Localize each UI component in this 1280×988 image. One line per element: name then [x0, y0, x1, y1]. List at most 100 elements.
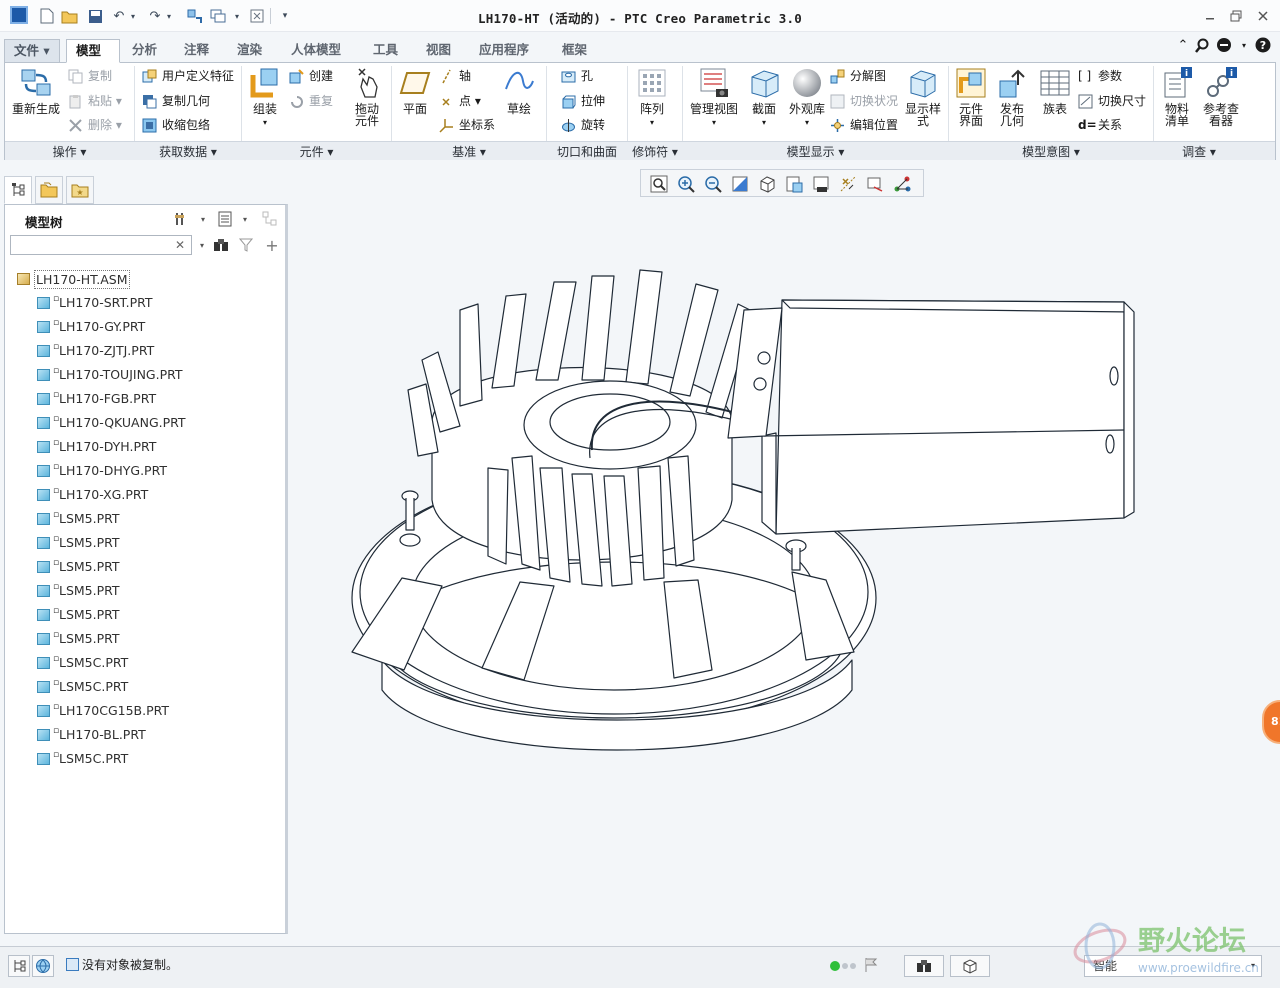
flag-icon[interactable] [864, 957, 878, 976]
paste-button[interactable]: 粘贴 ▾ [68, 91, 122, 111]
model-tree-search-input[interactable] [10, 235, 192, 255]
tree-item-label: LH170-XG.PRT [59, 487, 149, 502]
copy-geometry-button[interactable]: 复制几何 [142, 91, 210, 111]
udf-button[interactable]: 用户定义特征 [142, 66, 234, 86]
group-get-data[interactable]: 获取数据 ▾ [135, 143, 241, 159]
tab-tools[interactable]: 工具 [364, 39, 407, 63]
tree-settings-dropdown-icon[interactable]: ▾ [194, 210, 212, 228]
manage-views-button[interactable]: 管理视图 ▾ [686, 67, 742, 129]
saved-orientations-icon[interactable] [757, 174, 777, 194]
tree-item-label: LH170-SRT.PRT [59, 295, 153, 310]
tab-framework[interactable]: 框架 [553, 39, 596, 63]
search-dropdown-icon[interactable]: ▾ [193, 236, 211, 254]
component-interface-button[interactable]: 元件 界面 [951, 67, 991, 127]
add-column-icon[interactable]: + [263, 236, 281, 255]
appearance-gallery-button[interactable]: 外观库 ▾ [786, 67, 828, 129]
group-model-display[interactable]: 模型显示 ▾ [683, 143, 948, 159]
group-component[interactable]: 元件 ▾ [242, 143, 391, 159]
spin-center-icon[interactable] [892, 174, 912, 194]
group-modifiers[interactable]: 修饰符 ▾ [628, 143, 682, 159]
filter-funnel-icon[interactable] [237, 236, 255, 254]
selection-filter-select[interactable]: 智能 ▾ [1084, 955, 1262, 977]
hole-button[interactable]: 孔 [561, 66, 593, 86]
graphics-window[interactable] [292, 200, 1280, 942]
community-dropdown-icon[interactable]: ▾ [1236, 37, 1252, 53]
group-cuts-surfaces[interactable]: 切口和曲面 [547, 143, 627, 159]
find-binoculars-icon[interactable] [212, 236, 230, 254]
publish-geometry-button[interactable]: 发布 几何 [992, 67, 1032, 127]
reference-viewer-button[interactable]: i 参考查 看器 [1198, 67, 1244, 127]
selection-mode-button[interactable] [950, 955, 990, 977]
copy-button[interactable]: 复制 [68, 66, 112, 86]
create-button[interactable]: 创建 [289, 66, 333, 86]
tab-manikin[interactable]: 人体模型 [282, 39, 350, 63]
csys-button[interactable]: 坐标系 [439, 115, 495, 135]
tree-item-label: LH170-QKUANG.PRT [59, 415, 186, 430]
help-icon[interactable]: ? [1255, 37, 1271, 53]
display-style-button[interactable]: 显示样 式 [903, 67, 943, 127]
sketch-button[interactable]: 草绘 [499, 67, 539, 115]
zoom-out-icon[interactable] [703, 174, 723, 194]
axis-button[interactable]: 轴 [439, 66, 471, 86]
collapse-ribbon-icon[interactable]: ⌃ [1175, 37, 1191, 53]
view-manager-icon[interactable] [784, 174, 804, 194]
shrinkwrap-button[interactable]: 收缩包络 [142, 115, 210, 135]
plane-button[interactable]: 平面 [395, 67, 435, 115]
find-button[interactable] [904, 955, 944, 977]
exploded-view-button[interactable]: 分解图 [830, 66, 886, 86]
repeat-button[interactable]: 重复 [289, 91, 333, 111]
minimize-icon[interactable] [1199, 6, 1221, 26]
tab-render[interactable]: 渲染 [228, 39, 271, 63]
tab-analysis[interactable]: 分析 [123, 39, 166, 63]
extrude-button[interactable]: 拉伸 [561, 91, 605, 111]
show-menu-dropdown-icon[interactable]: ▾ [236, 210, 254, 228]
pattern-button[interactable]: 阵列 ▾ [632, 67, 672, 129]
point-button[interactable]: 点 ▾ [439, 91, 481, 111]
part-icon [37, 753, 50, 765]
tab-folder-browser[interactable] [35, 176, 63, 204]
edit-position-label: 编辑位置 [850, 118, 899, 132]
group-model-intent[interactable]: 模型意图 ▾ [949, 143, 1153, 159]
relations-button[interactable]: d= 关系 [1078, 115, 1122, 135]
part-icon [37, 393, 50, 405]
tab-model-tree[interactable] [4, 176, 32, 204]
search-icon[interactable] [1194, 37, 1210, 53]
assemble-button[interactable]: 组装 ▾ [245, 67, 285, 129]
annotation-display-icon[interactable] [865, 174, 885, 194]
switch-dimensions-button[interactable]: 切换尺寸 [1078, 91, 1146, 111]
tree-root-label: LH170-HT.ASM [34, 270, 130, 289]
group-operations[interactable]: 操作 ▾ [5, 143, 134, 159]
toggle-status-button[interactable]: 切换状况 [830, 91, 898, 111]
clear-search-icon[interactable]: ✕ [171, 236, 189, 254]
tab-model[interactable]: 模型 [66, 39, 120, 63]
repaint-icon[interactable] [730, 174, 750, 194]
close-icon[interactable] [1252, 6, 1274, 26]
toggle-browser-icon[interactable] [32, 955, 54, 977]
tab-annotate[interactable]: 注释 [175, 39, 218, 63]
group-datum[interactable]: 基准 ▾ [392, 143, 546, 159]
tree-settings-icon[interactable] [173, 210, 191, 228]
parameters-button[interactable]: [ ] 参数 [1078, 66, 1122, 86]
bill-of-materials-button[interactable]: i 物料 清单 [1157, 67, 1197, 127]
revolve-button[interactable]: 旋转 [561, 115, 605, 135]
tab-file[interactable]: 文件 ▾ [4, 39, 60, 63]
delete-button[interactable]: 删除 ▾ [68, 115, 122, 135]
tree-filters-icon[interactable] [261, 210, 279, 228]
tab-view[interactable]: 视图 [417, 39, 460, 63]
regenerate-button[interactable]: 重新生成 [11, 67, 61, 115]
display-style-icon[interactable] [811, 174, 831, 194]
family-table-button[interactable]: 族表 [1035, 67, 1075, 115]
zoom-in-icon[interactable] [676, 174, 696, 194]
section-button[interactable]: 截面 ▾ [744, 67, 784, 129]
show-menu-icon[interactable] [216, 210, 234, 228]
edit-position-button[interactable]: 编辑位置 [830, 115, 898, 135]
toggle-navigator-icon[interactable] [8, 955, 30, 977]
drag-components-button[interactable]: 拖动 元件 [347, 67, 387, 127]
datum-display-filters-icon[interactable] [838, 174, 858, 194]
ptc-community-icon[interactable] [1216, 37, 1232, 53]
refit-icon[interactable] [649, 174, 669, 194]
tab-favorites[interactable]: ★ [66, 176, 94, 204]
tab-applications[interactable]: 应用程序 [470, 39, 538, 63]
restore-icon[interactable] [1225, 6, 1247, 26]
group-investigate[interactable]: 调查 ▾ [1154, 143, 1244, 159]
